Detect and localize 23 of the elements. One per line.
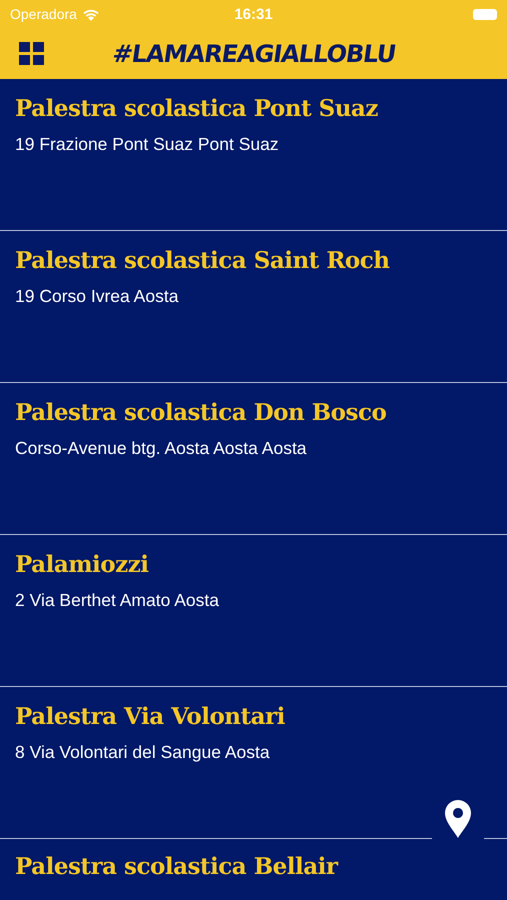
clock-time: 16:31 — [234, 6, 273, 22]
venue-name: Palestra Via Volontari — [15, 703, 286, 730]
venue-name: Palestra scolastica Pont Suaz — [15, 95, 379, 122]
menu-icon[interactable] — [19, 42, 45, 66]
venue-address: Corso-Avenue btg. Aosta Aosta Aosta — [15, 438, 308, 459]
venue-item[interactable]: Palestra scolastica Bellair — [0, 839, 507, 900]
venue-name: Palestra scolastica Don Bosco — [15, 399, 388, 426]
venue-name: Palestra scolastica Saint Roch — [15, 247, 390, 274]
carrier-name: Operadora — [10, 6, 77, 22]
venue-name: Palamiozzi — [15, 551, 150, 578]
app-logo: #LAMAREAGIALLOBLU — [110, 40, 397, 68]
venue-item[interactable]: Palestra scolastica Saint Roch 19 Corso Ivrea Aosta — [0, 231, 507, 383]
venue-item[interactable]: Palamiozzi 2 Via Berthet Amato Aosta — [0, 535, 507, 687]
venue-address: 2 Via Berthet Amato Aosta — [15, 590, 220, 611]
venue-address: 8 Via Volontari del Sangue Aosta — [15, 742, 271, 763]
venue-name: Palestra scolastica Bellair — [15, 853, 340, 880]
venue-address: 19 Corso Ivrea Aosta — [15, 286, 180, 307]
venue-address: 19 Frazione Pont Suaz Pont Suaz — [15, 134, 280, 155]
battery-icon — [473, 8, 497, 20]
location-pin-icon — [445, 800, 471, 838]
venue-item[interactable]: Palestra scolastica Pont Suaz 19 Frazione Pont Suaz Pont Suaz — [0, 79, 507, 231]
wifi-icon — [82, 8, 100, 20]
venue-item[interactable]: Palestra scolastica Don Bosco Corso-Avenue btg. Aosta Aosta Aosta — [0, 383, 507, 535]
